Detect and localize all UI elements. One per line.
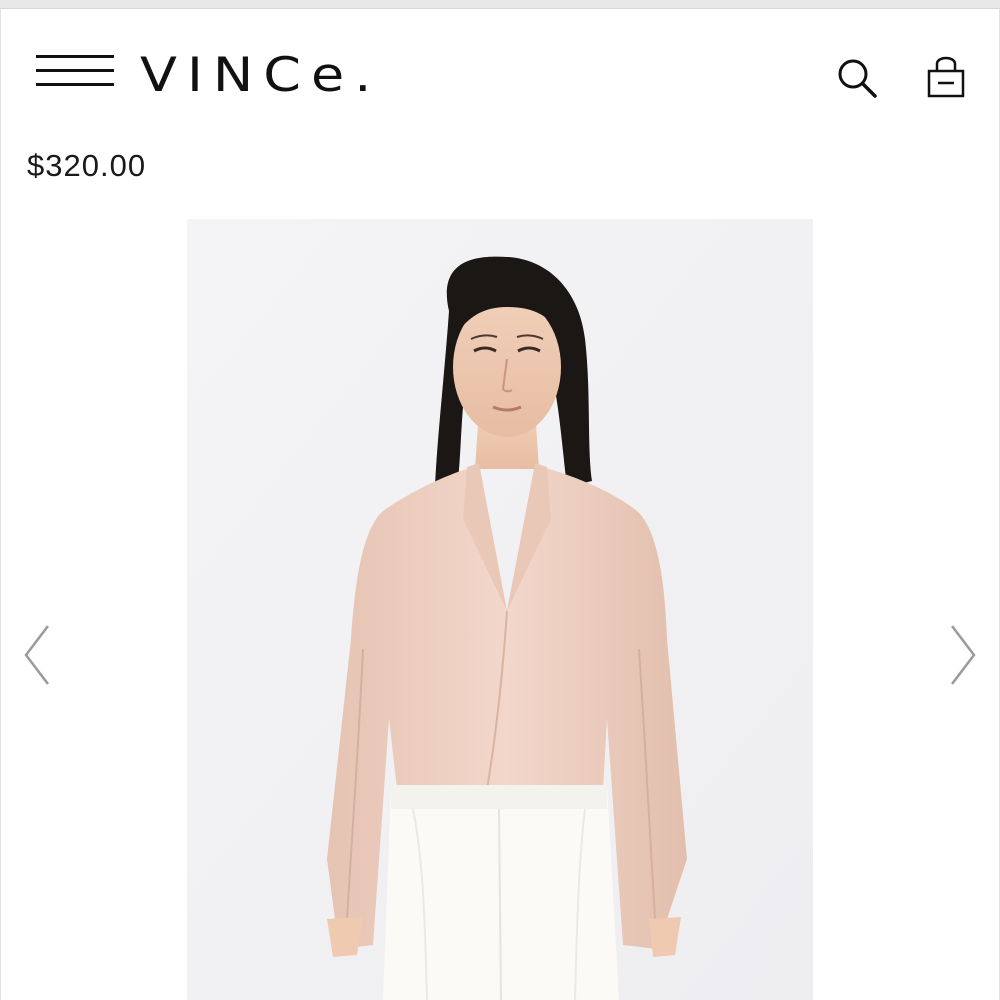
site-header: VINCe. (0, 9, 1000, 129)
hamburger-menu-icon[interactable] (36, 55, 116, 91)
menu-bar-top (36, 55, 114, 58)
product-price: $320.00 (27, 148, 147, 183)
browser-top-rule (0, 0, 1000, 9)
menu-bar-bottom (36, 83, 114, 86)
frame-border-left (0, 9, 1, 1000)
menu-bar-middle (36, 69, 114, 72)
shopping-bag-icon[interactable] (924, 53, 968, 101)
product-image[interactable] (187, 219, 813, 1000)
chevron-left-icon[interactable] (20, 622, 54, 688)
search-icon[interactable] (834, 55, 880, 101)
chevron-right-icon[interactable] (946, 622, 980, 688)
brand-logo[interactable]: VINCe. (140, 47, 381, 103)
model-illustration (187, 219, 813, 1000)
